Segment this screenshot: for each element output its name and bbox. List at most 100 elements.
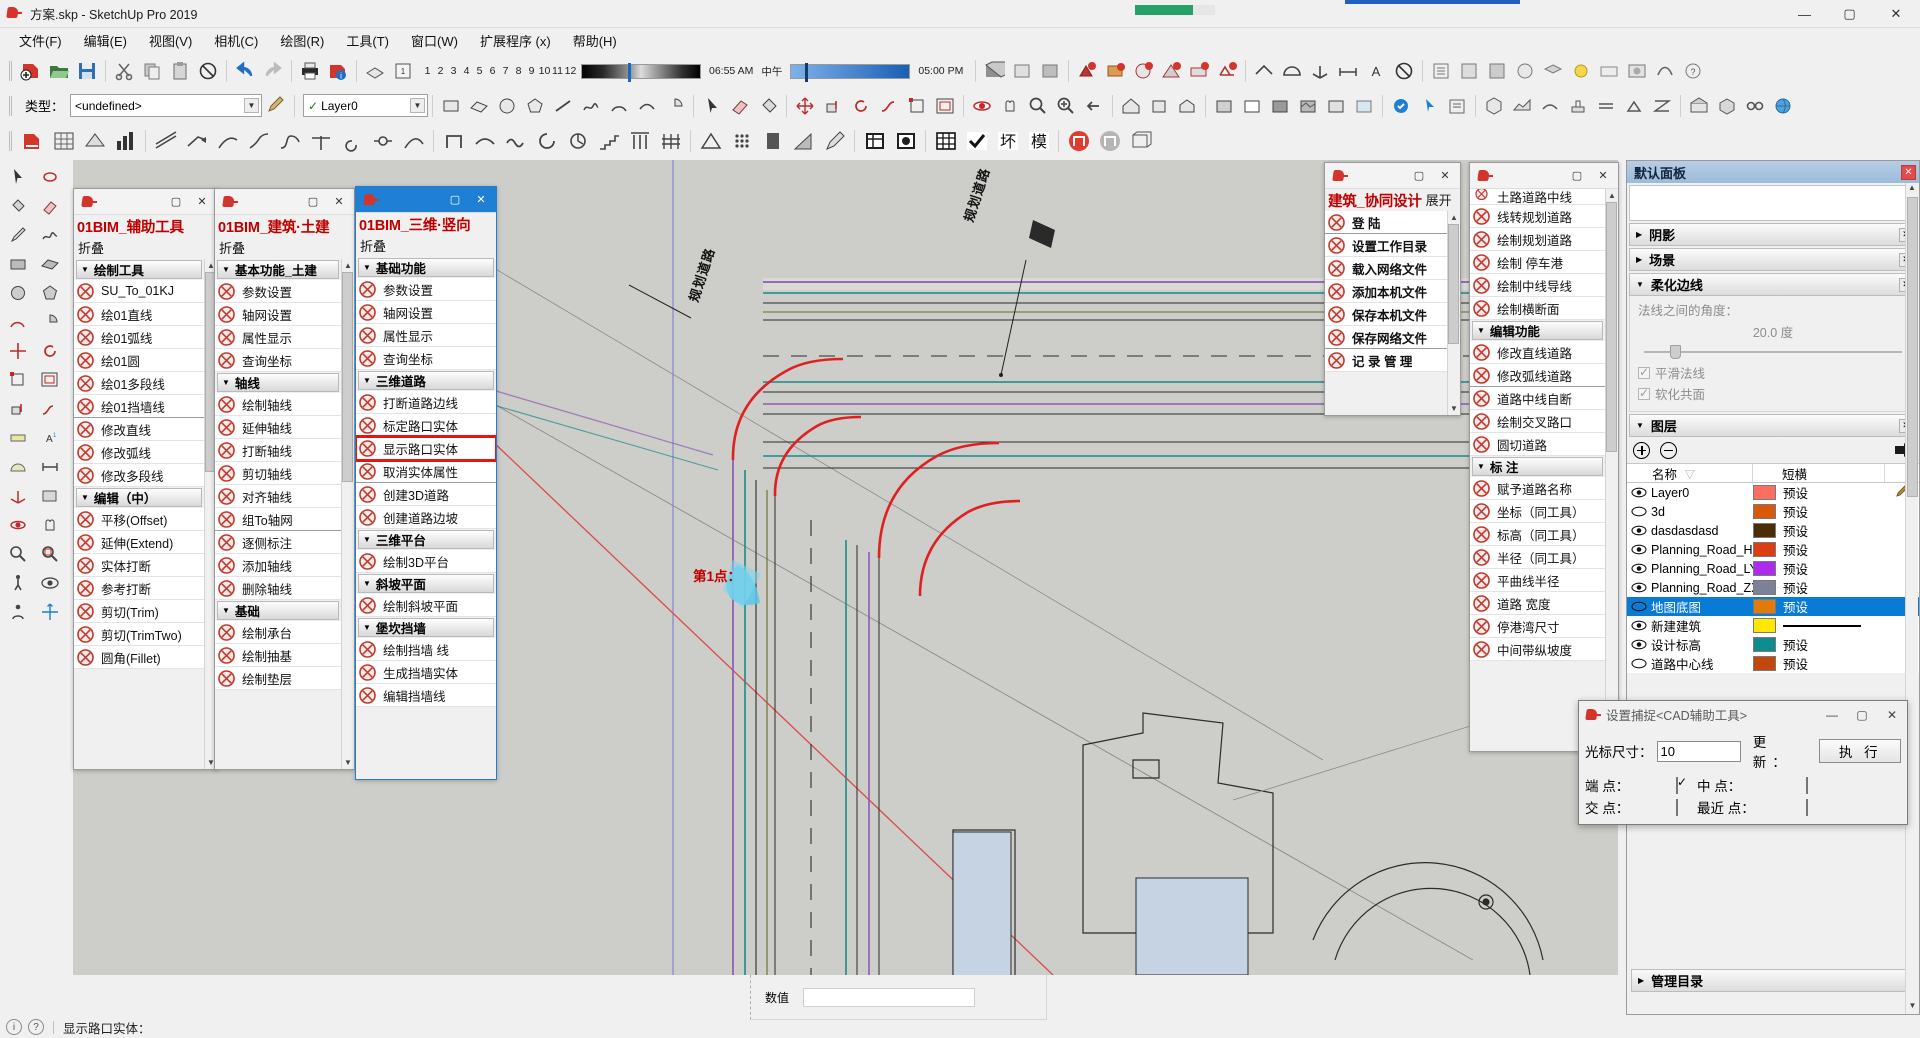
snap-endpoint-checkbox[interactable] [1676, 776, 1678, 794]
panel-3-group-4[interactable]: ▼ 斜坡平面 [358, 574, 494, 593]
collab-record-management[interactable]: 记 录 管 理 [1325, 349, 1447, 372]
scroll-up-icon[interactable]: ▲ [1606, 189, 1619, 202]
new-document-icon[interactable] [17, 57, 45, 85]
table-row[interactable]: dasdasdasd 预设 [1627, 521, 1919, 540]
scale-icon[interactable] [4, 366, 32, 394]
eye-open-icon[interactable] [1627, 563, 1651, 574]
panel-3-close[interactable]: ✕ [468, 189, 494, 211]
section-cut-icon[interactable] [1036, 57, 1064, 85]
styles-icon[interactable] [1511, 57, 1539, 85]
snap-close-button[interactable]: ✕ [1877, 702, 1907, 728]
sandbox-icon[interactable] [1508, 92, 1536, 120]
orbit-icon[interactable] [4, 511, 32, 539]
layer-color-swatch[interactable] [1753, 485, 1776, 500]
soften-coplanar-checkbox[interactable] [1638, 386, 1650, 400]
eraser-tool-icon[interactable] [726, 92, 754, 120]
execute-button[interactable]: 执 行 [1819, 739, 1901, 763]
block-icon[interactable] [757, 126, 788, 157]
select-tool-icon[interactable] [698, 92, 726, 120]
zoom-extents-icon[interactable] [1052, 92, 1080, 120]
component-options-icon[interactable] [1443, 92, 1471, 120]
type-combo[interactable]: <undefined> ▼ [70, 94, 263, 117]
menu-extensions[interactable]: 扩展程序 (x) [469, 28, 562, 53]
redo-icon[interactable] [259, 57, 287, 85]
select-arrow-icon[interactable] [4, 163, 32, 191]
bim-import-icon[interactable] [17, 126, 48, 157]
box-outline-icon[interactable] [1125, 126, 1156, 157]
layer-chevron-down-icon[interactable]: ▼ [410, 98, 426, 113]
menu-window[interactable]: 窗口(W) [400, 28, 469, 53]
tool-3d-grid-settings[interactable]: 轴网设置 [356, 301, 496, 324]
monochrome-style-icon[interactable] [1322, 92, 1350, 120]
menu-draw[interactable]: 绘图(R) [269, 28, 335, 53]
right-view-icon[interactable] [1173, 92, 1201, 120]
minimize-button[interactable]: — [1782, 0, 1827, 28]
panel-2-titlebar[interactable]: ▢ ✕ [215, 189, 354, 215]
bim-chart-icon[interactable] [110, 126, 141, 157]
tray-section-scenes[interactable]: ▶ 场景 ✕ [1629, 248, 1917, 271]
layer-color-swatch[interactable] [1753, 637, 1776, 652]
sun-position-slider[interactable] [581, 62, 701, 82]
followme-icon[interactable] [36, 395, 64, 423]
lasso-select-icon[interactable] [36, 163, 64, 191]
collab-load-network-file[interactable]: 载入网络文件 [1325, 257, 1447, 280]
scroll-up-icon[interactable]: ▲ [1448, 211, 1461, 224]
eye-closed-icon[interactable] [1627, 601, 1651, 612]
tool-road-width[interactable]: 道路 宽度 [1470, 592, 1605, 615]
tool-elevation-annotation[interactable]: 标高（同工具） [1470, 523, 1605, 546]
collab-scrollbar[interactable]: ▲ ▼ [1447, 211, 1460, 415]
bim-tool-3-icon[interactable] [1129, 57, 1157, 85]
photo-match-icon[interactable] [1623, 57, 1651, 85]
tool-line-to-planning-road[interactable]: 线转规划道路 [1470, 205, 1605, 228]
bim-tool-1-icon[interactable] [1073, 57, 1101, 85]
pie-tool-icon[interactable] [661, 92, 689, 120]
snap-midpoint-checkbox[interactable] [1806, 776, 1808, 794]
panel-bim-helper[interactable]: ▢ ✕ 01BIM_辅助工具 折叠 ▼ 绘制工具 SU_To_01KJ 绘01直线… [73, 188, 218, 770]
road-clipped-row[interactable]: 土路道路中线 [1470, 189, 1605, 205]
front-view-icon[interactable] [1145, 92, 1173, 120]
rectangle-tool-icon[interactable] [437, 92, 465, 120]
eye-open-icon[interactable] [1627, 487, 1651, 498]
tool-delete-axis[interactable]: 删除轴线 [215, 577, 341, 600]
column-icon[interactable] [624, 126, 655, 157]
table-row[interactable]: Planning_Road_LY 预设 [1627, 559, 1919, 578]
close-button[interactable]: ✕ [1872, 0, 1920, 28]
tool-draw-retaining-wall-line[interactable]: 绘01挡墙线 [74, 395, 204, 418]
tool-draw-polyline[interactable]: 绘01多段线 [74, 372, 204, 395]
type-edit-icon[interactable] [262, 92, 290, 120]
globe-icon[interactable] [1769, 92, 1797, 120]
date-slider[interactable] [790, 62, 911, 82]
tool-draw-circle[interactable]: 绘01圆 [74, 349, 204, 372]
road-loop-icon[interactable] [274, 126, 305, 157]
solid-tools-icon[interactable] [1390, 57, 1418, 85]
open-document-icon[interactable] [45, 57, 73, 85]
zoom-icon[interactable] [4, 540, 32, 568]
tool-generate-wall-entity[interactable]: 生成挡墙实体 [356, 661, 496, 684]
tool-trim-two[interactable]: 剪切(TrimTwo) [74, 623, 204, 646]
paint-icon[interactable] [4, 192, 32, 220]
rect-icon[interactable] [4, 250, 32, 278]
wave-icon[interactable] [500, 126, 531, 157]
3d-warehouse-icon[interactable] [1713, 92, 1741, 120]
tool-draw-cross-section[interactable]: 绘制横断面 [1470, 297, 1605, 320]
tool-extend[interactable]: 延伸(Extend) [74, 531, 204, 554]
polygon-tool-icon[interactable] [521, 92, 549, 120]
arc-tool-icon[interactable] [605, 92, 633, 120]
layer-filter-icon[interactable] [890, 126, 921, 157]
tape-measure-icon[interactable] [4, 424, 32, 452]
spiral2-icon[interactable] [531, 126, 562, 157]
vcb-input[interactable] [803, 987, 976, 1007]
erase-icon[interactable] [194, 57, 222, 85]
fence-icon[interactable] [655, 126, 686, 157]
look-around-icon[interactable] [36, 569, 64, 597]
instructor-icon[interactable]: ? [1679, 57, 1707, 85]
eye-open-icon[interactable] [1627, 544, 1651, 555]
shadow-num-2[interactable]: 2 [434, 65, 447, 77]
tool-round-cut-road[interactable]: 圆切道路 [1470, 433, 1605, 456]
shadow-num-10[interactable]: 10 [538, 65, 551, 77]
texture-style-icon[interactable] [1294, 92, 1322, 120]
table-row[interactable]: 道路中心线 预设 [1627, 654, 1919, 673]
followme-tool-icon[interactable] [875, 92, 903, 120]
tool-draw-line[interactable]: 绘01直线 [74, 303, 204, 326]
shadow-num-12[interactable]: 12 [564, 65, 577, 77]
